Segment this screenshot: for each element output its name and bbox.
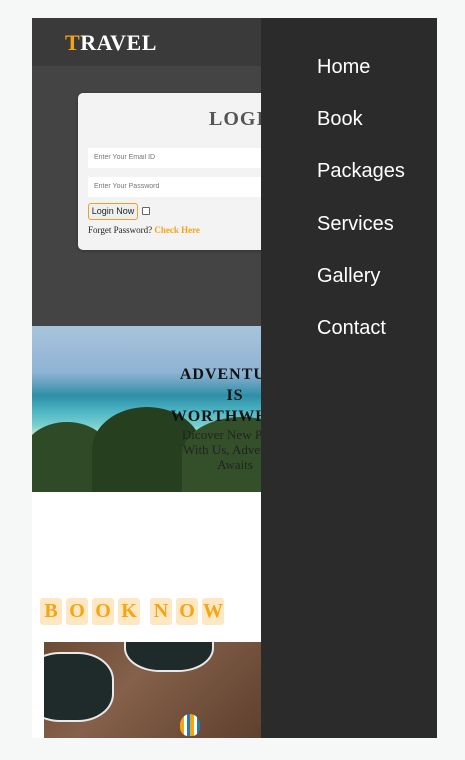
menu-item-book[interactable]: Book (317, 108, 363, 131)
menu-item-packages[interactable]: Packages (317, 160, 405, 183)
book-now-letter: W (202, 598, 224, 625)
book-now-letter: O (92, 598, 114, 625)
forgot-password: Forget Password? Check Here (88, 225, 200, 235)
book-now-letter: N (150, 598, 172, 625)
sneaker-decoration (124, 642, 214, 672)
book-now-spacer (144, 598, 146, 625)
side-menu: Home Book Packages Services Gallery Cont… (261, 18, 437, 738)
password-input[interactable] (88, 177, 278, 197)
book-now-letter: O (66, 598, 88, 625)
sneaker-decoration (44, 652, 114, 722)
travel-photo (44, 642, 264, 738)
login-button[interactable]: Login Now (88, 203, 138, 220)
menu-item-home[interactable]: Home (317, 56, 370, 79)
book-now-letter: K (118, 598, 140, 625)
logo-first-letter: T (65, 30, 81, 55)
site-logo[interactable]: TRAVEL (65, 30, 157, 56)
hot-air-balloon-icon (180, 714, 200, 736)
app-frame: TRAVEL LOGIN Login Now Forget Password? … (32, 18, 437, 738)
book-now-letter: B (40, 598, 62, 625)
login-card: LOGIN Login Now Forget Password? Check H… (78, 93, 280, 250)
menu-item-gallery[interactable]: Gallery (317, 265, 380, 288)
forgot-password-text: Forget Password? (88, 225, 153, 235)
book-now-letter: O (176, 598, 198, 625)
logo-rest: RAVEL (80, 30, 157, 55)
menu-item-contact[interactable]: Contact (317, 317, 386, 340)
menu-item-services[interactable]: Services (317, 213, 394, 236)
remember-checkbox[interactable] (142, 207, 150, 215)
email-input[interactable] (88, 148, 278, 168)
check-here-link[interactable]: Check Here (154, 225, 200, 235)
book-now-heading[interactable]: B O O K N O W (40, 598, 224, 625)
